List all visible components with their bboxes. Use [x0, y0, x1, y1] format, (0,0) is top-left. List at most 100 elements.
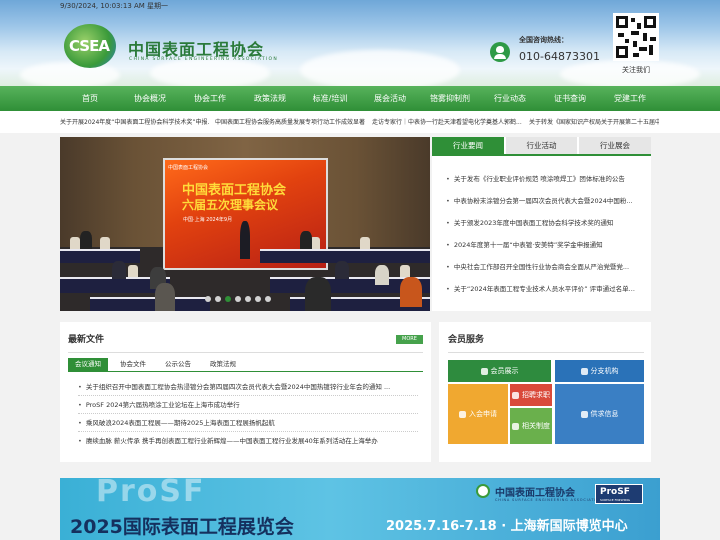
- ticker-item[interactable]: 关于开展2024年度“中国表面工程协会科学技术奖”申报...: [60, 117, 210, 126]
- chair: [400, 265, 410, 277]
- attendee: [400, 277, 422, 307]
- main-nav: 首页 协会概况 协会工作 政策法规 标准/培训 展会活动 铬雾抑制剂 行业动态 …: [0, 86, 720, 111]
- chair: [128, 265, 138, 277]
- join-application-button[interactable]: 入会申请: [448, 384, 508, 444]
- section-title: 会员服务: [448, 335, 485, 345]
- csea-logo-small: [476, 484, 490, 498]
- nav-item-inhibitor[interactable]: 铬雾抑制剂: [422, 86, 478, 111]
- regulations-button[interactable]: 相关制度: [510, 408, 552, 444]
- members-icon: [480, 367, 488, 375]
- nav-item-policy[interactable]: 政策法规: [246, 86, 294, 111]
- industry-news-panel: 行业要闻 行业活动 行业展会 关于发布《行业职业评价规范 喷涂喷焊工》团体标准的…: [432, 137, 651, 311]
- document-item[interactable]: ProSF 2024第六届热喷涂工业论坛在上海市成功举行: [78, 399, 418, 414]
- phone-support-icon: [490, 42, 510, 62]
- tab-announcements[interactable]: 公示公告: [158, 358, 198, 371]
- document-icon: [512, 422, 519, 430]
- slider-dot[interactable]: [265, 296, 271, 302]
- document-item[interactable]: 乘风破浪2024表面工程展——期待2025上海表面工程展扬帆起航: [78, 417, 418, 432]
- tab-regulations[interactable]: 政策法规: [203, 358, 243, 371]
- tab-meeting-notices[interactable]: 会议通知: [68, 358, 108, 371]
- tab-industry-expos[interactable]: 行业展会: [579, 137, 651, 155]
- photo-slider[interactable]: 中国表面工程协会 中国表面工程协会 六届五次理事会议 中国·上海 2024年9月: [60, 137, 430, 311]
- slider-dot[interactable]: [235, 296, 241, 302]
- banner-watermark: ProSF: [96, 478, 206, 509]
- hotline-number: 010-64873301: [519, 50, 600, 63]
- nav-item-events[interactable]: 展会活动: [366, 86, 414, 111]
- divider: [448, 352, 644, 353]
- chair: [100, 237, 110, 249]
- button-label: 供求信息: [590, 410, 619, 418]
- tab-industry-activities[interactable]: 行业活动: [506, 137, 577, 155]
- divider: [68, 352, 423, 353]
- cloud-decoration: [150, 58, 270, 86]
- prosf-badge: ProSF SURFACE FINISHING: [595, 484, 643, 504]
- slider-dot[interactable]: [245, 296, 251, 302]
- ticker-item[interactable]: 中国表面工程协会服务高质量发展专项行动工作成效显著: [215, 117, 365, 126]
- chair: [70, 237, 80, 249]
- news-item[interactable]: 关于颁发2023年度中国表面工程协会科学技术奖的通知: [446, 217, 644, 227]
- section-title: 最新文件: [68, 335, 105, 345]
- more-button[interactable]: MORE: [396, 335, 423, 344]
- document-item[interactable]: 赓续血脉 薪火传承 携手再创表面工程行业新辉煌——中国表面工程行业发展40年系列…: [78, 435, 418, 449]
- slider-dot[interactable]: [215, 296, 221, 302]
- ticker-item[interactable]: 走访专家行｜中表协一行赴天津看望电化学奠基人郭鹤...: [372, 117, 522, 126]
- expo-banner[interactable]: ProSF 2025国际表面工程展览会 2025.7.16-7.18 · 上海新…: [60, 478, 660, 540]
- news-item[interactable]: 关于发布《行业职业评价规范 喷涂喷焊工》团体标准的公告: [446, 173, 644, 183]
- nav-item-standards[interactable]: 标准/培训: [305, 86, 355, 111]
- tab-underline: [432, 154, 651, 156]
- banner-date-venue: 2025.7.16-7.18 · 上海新国际博览中心: [386, 519, 628, 534]
- slider-dot[interactable]: [205, 296, 211, 302]
- nav-item-party[interactable]: 党建工作: [606, 86, 654, 111]
- attendee: [305, 277, 331, 311]
- qr-code-icon: [613, 13, 659, 61]
- logo-text: CSEA: [69, 37, 110, 55]
- chair: [360, 237, 370, 249]
- nav-item-certificate[interactable]: 证书查询: [546, 86, 594, 111]
- button-label: 入会申请: [469, 410, 497, 418]
- slider-dot-active[interactable]: [225, 296, 231, 302]
- news-item[interactable]: 2024年度第十一届“中表镀·安美特”奖学金申报通知: [446, 239, 644, 249]
- document-item[interactable]: 关于组织召开中国表面工程协会热浸镀分会第四届四次会员代表大会暨2024中国热镀锌…: [78, 381, 418, 396]
- button-label: 会员展示: [490, 367, 519, 375]
- button-label: 招聘求职: [522, 391, 550, 399]
- current-datetime: 9/30/2024, 10:03:13 AM 星期一: [60, 2, 169, 10]
- photographer: [240, 221, 250, 259]
- banner-org-name-en: CHINA SURFACE ENGINEERING ASSOCIATION: [495, 498, 604, 502]
- news-item[interactable]: 中表协粉末涂镀分会第一届四次会员代表大会暨2024中国粉...: [446, 195, 644, 205]
- tab-underline: [68, 371, 423, 372]
- csea-logo[interactable]: CSEA: [64, 24, 116, 68]
- branches-button[interactable]: 分支机构: [555, 360, 644, 382]
- badge-text: ProSF: [600, 487, 630, 497]
- nav-item-about[interactable]: 协会概况: [126, 86, 174, 111]
- member-services-panel: 会员服务 会员展示 分支机构 招聘求职 入会申请 相关制度 供求信息: [439, 322, 651, 462]
- tab-industry-headlines[interactable]: 行业要闻: [432, 137, 504, 155]
- screen-date: 中国·上海 2024年9月: [183, 217, 233, 223]
- branch-icon: [580, 367, 588, 375]
- screen-header-text: 中国表面工程协会: [168, 165, 209, 171]
- attendee: [300, 231, 312, 249]
- nav-item-industry-news[interactable]: 行业动态: [486, 86, 534, 111]
- news-item[interactable]: 中央社会工作部召开全国性行业协会商会全面从严治党暨党...: [446, 261, 644, 271]
- banner-title: 2025国际表面工程展览会: [70, 516, 294, 538]
- attendee: [335, 261, 349, 279]
- conference-table: [60, 249, 140, 263]
- exchange-icon: [580, 410, 588, 418]
- ticker-item[interactable]: 关于转发《国家知识产权局关于开展第二十五届中...: [529, 117, 659, 126]
- attendee: [80, 231, 92, 249]
- site-header: 9/30/2024, 10:03:13 AM 星期一 CSEA 中国表面工程协会…: [0, 0, 720, 86]
- nav-item-work[interactable]: 协会工作: [186, 86, 234, 111]
- qr-label: 关注我们: [622, 66, 650, 74]
- tab-association-docs[interactable]: 协会文件: [113, 358, 153, 371]
- jobs-button[interactable]: 招聘求职: [510, 384, 552, 406]
- attendee: [155, 283, 175, 311]
- news-ticker: 关于开展2024年度“中国表面工程协会科学技术奖”申报... 中国表面工程协会服…: [0, 111, 720, 133]
- conference-table: [90, 297, 210, 311]
- slider-dot[interactable]: [255, 296, 261, 302]
- news-item[interactable]: 关于“2024年表面工程专业技术人员水平评价” 评审通过名单...: [446, 283, 644, 293]
- banner-org-name: 中国表面工程协会: [495, 488, 575, 499]
- supply-demand-button[interactable]: 供求信息: [555, 384, 644, 444]
- member-showcase-button[interactable]: 会员展示: [448, 360, 551, 382]
- nav-item-home[interactable]: 首页: [70, 86, 110, 111]
- button-label: 相关制度: [522, 422, 550, 430]
- attendee: [112, 261, 126, 279]
